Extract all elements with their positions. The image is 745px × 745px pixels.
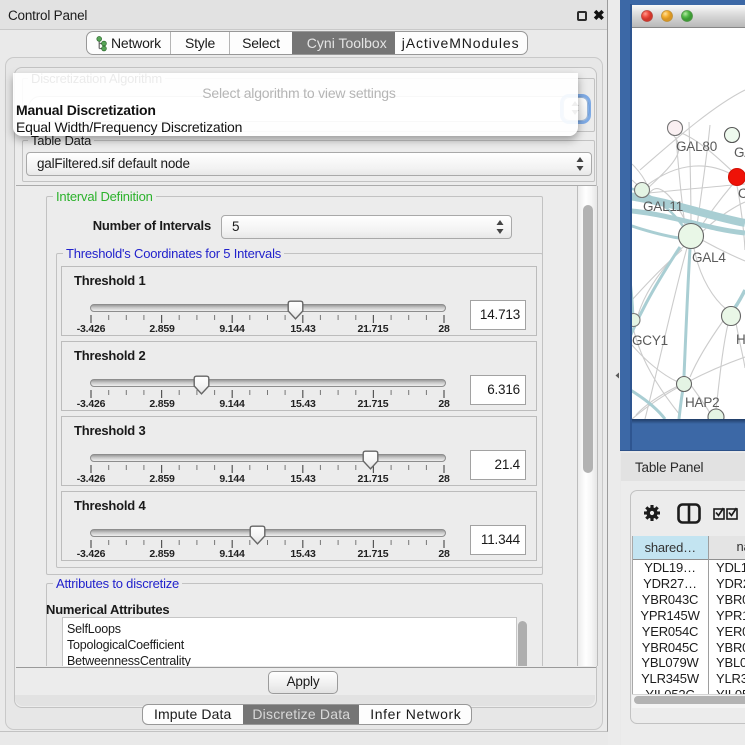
svg-text:GAL80: GAL80 bbox=[676, 139, 717, 154]
svg-text:GAL: GAL bbox=[734, 145, 745, 160]
svg-text:GAL11: GAL11 bbox=[643, 199, 683, 214]
svg-text:C: C bbox=[738, 186, 745, 201]
svg-text:GAL4: GAL4 bbox=[692, 250, 726, 265]
svg-text:H: H bbox=[736, 332, 745, 347]
svg-text:HAP2: HAP2 bbox=[685, 395, 719, 410]
svg-text:GCY1: GCY1 bbox=[632, 333, 668, 348]
